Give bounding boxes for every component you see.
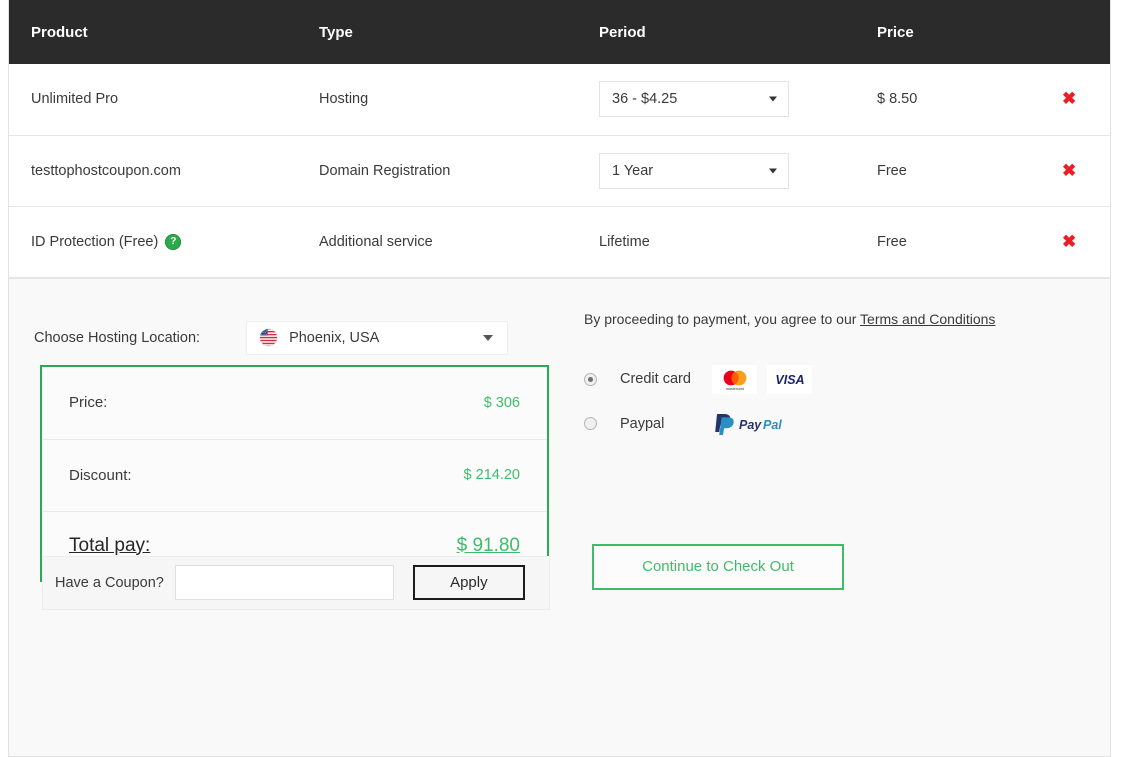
discount-value: $ 214.20: [463, 467, 520, 483]
summary-row-price: Price: $ 306: [42, 367, 547, 439]
price-label: Price:: [69, 394, 108, 411]
table-row: ID Protection (Free) ? Additional servic…: [9, 206, 1110, 278]
cell-product: ID Protection (Free) ?: [9, 206, 297, 278]
chevron-down-icon: [769, 96, 777, 102]
price-value: $ 306: [483, 394, 520, 411]
cell-remove: ✖: [1040, 135, 1110, 207]
cell-period: 1 Year: [577, 135, 855, 207]
coupon-label: Have a Coupon?: [55, 574, 164, 591]
svg-text:mastercard: mastercard: [726, 387, 744, 391]
hosting-location-label: Choose Hosting Location:: [34, 329, 201, 346]
column-header-period: Period: [577, 0, 855, 64]
cell-type: Domain Registration: [297, 135, 577, 207]
us-flag-icon: [259, 328, 278, 347]
cell-price: $ 8.50: [855, 64, 1040, 136]
column-header-type: Type: [297, 0, 577, 64]
product-name: Unlimited Pro: [31, 91, 119, 108]
cell-type: Additional service: [297, 206, 577, 278]
period-select-value: 36 - $4.25: [612, 91, 678, 108]
apply-coupon-button[interactable]: Apply: [412, 565, 525, 600]
question-mark-icon[interactable]: ?: [165, 233, 182, 250]
table-header-row: Product Type Period Price: [9, 0, 1110, 64]
terms-prefix-text: By proceeding to payment, you agree to o…: [584, 310, 861, 327]
terms-and-conditions-link[interactable]: Terms and Conditions: [860, 311, 995, 327]
remove-item-icon[interactable]: ✖: [1062, 161, 1076, 180]
total-pay-value: $ 91.80: [456, 534, 520, 556]
cell-remove: ✖: [1040, 206, 1110, 278]
cart-items-table: Product Type Period Price Unlimited Pro …: [9, 0, 1110, 278]
price-summary-box: Price: $ 306 Discount: $ 214.20 Total pa…: [40, 364, 549, 582]
cell-type: Hosting: [297, 64, 577, 136]
mastercard-logo: mastercard: [712, 364, 757, 394]
paypal-logo: Pay Pal: [712, 411, 788, 437]
period-select-value: 1 Year: [612, 162, 654, 179]
period-select-domain[interactable]: 1 Year: [599, 152, 789, 189]
product-name: ID Protection (Free): [31, 233, 159, 250]
remove-item-icon[interactable]: ✖: [1062, 89, 1076, 108]
hosting-location-row: Choose Hosting Location: Phoenix, USA: [34, 320, 509, 355]
period-select-hosting[interactable]: 36 - $4.25: [599, 81, 789, 118]
column-header-price: Price: [855, 0, 1040, 64]
chevron-down-icon: [483, 334, 494, 341]
column-header-remove: [1040, 0, 1110, 64]
hosting-location-value: Phoenix, USA: [289, 329, 380, 346]
payment-option-paypal[interactable]: Paypal Pay Pal: [584, 411, 788, 437]
hosting-location-select[interactable]: Phoenix, USA: [246, 320, 509, 355]
cell-price: Free: [855, 206, 1040, 278]
summary-row-discount: Discount: $ 214.20: [42, 438, 547, 511]
remove-item-icon[interactable]: ✖: [1062, 232, 1076, 251]
svg-text:Pay: Pay: [739, 418, 762, 432]
continue-to-checkout-button[interactable]: Continue to Check Out: [592, 543, 844, 590]
paypal-label: Paypal: [620, 415, 665, 432]
table-row: testtophostcoupon.com Domain Registratio…: [9, 135, 1110, 207]
total-pay-label: Total pay:: [69, 534, 151, 556]
radio-paypal[interactable]: [584, 417, 597, 430]
terms-notice: By proceeding to payment, you agree to o…: [584, 311, 995, 327]
payment-option-credit-card[interactable]: Credit card mastercard VISA: [584, 364, 812, 394]
product-name: testtophostcoupon.com: [31, 162, 181, 179]
coupon-section: Have a Coupon? Apply: [42, 555, 550, 610]
coupon-input[interactable]: [174, 565, 394, 600]
column-header-product: Product: [9, 0, 297, 64]
cell-product: testtophostcoupon.com: [9, 135, 297, 207]
credit-card-label: Credit card: [620, 371, 691, 387]
cell-remove: ✖: [1040, 64, 1110, 136]
discount-label: Discount:: [69, 466, 132, 484]
svg-text:VISA: VISA: [775, 373, 804, 387]
cell-period: Lifetime: [577, 206, 855, 278]
chevron-down-icon: [769, 168, 777, 173]
radio-credit-card[interactable]: [584, 372, 597, 386]
visa-logo: VISA: [767, 364, 812, 394]
cell-period: 36 - $4.25: [577, 64, 855, 136]
svg-text:Pal: Pal: [763, 418, 782, 432]
table-row: Unlimited Pro Hosting 36 - $4.25 $ 8.50 …: [9, 64, 1110, 136]
checkout-panel: Choose Hosting Location: Phoenix, USA Pr…: [9, 277, 1110, 756]
cell-product: Unlimited Pro: [9, 64, 297, 136]
shopping-cart-container: Product Type Period Price Unlimited Pro …: [8, 0, 1111, 757]
cell-price: Free: [855, 135, 1040, 207]
